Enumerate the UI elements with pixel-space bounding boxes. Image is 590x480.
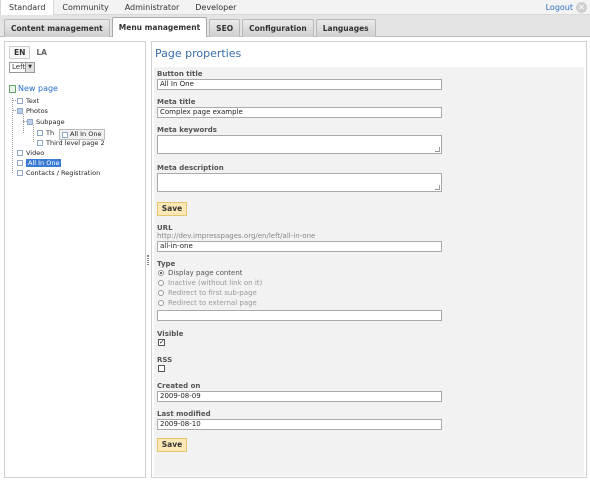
tree-node-contacts[interactable]: Contacts / Registration: [17, 168, 100, 177]
meta-description-label: Meta description: [157, 164, 224, 172]
tree-node-subpage[interactable]: Subpage: [27, 117, 65, 126]
top-menu-standard[interactable]: Standard: [0, 0, 55, 16]
top-bar: Standard Community Administrator Develop…: [0, 0, 590, 16]
page-icon: [17, 169, 23, 176]
tree-node-photos[interactable]: Photos: [17, 106, 48, 115]
page-icon: [17, 97, 23, 104]
button-title-label: Button title: [157, 70, 203, 78]
page-icon: [17, 149, 23, 156]
type-option-redirect-external[interactable]: Redirect to external page: [158, 299, 257, 307]
tree-node-label: Th: [46, 128, 55, 137]
meta-keywords-textarea[interactable]: [157, 135, 442, 154]
page-properties-panel: Page properties Button title All In One …: [151, 41, 587, 478]
type-option-redirect-subpage[interactable]: Redirect to first sub-page: [158, 289, 257, 297]
page-icon: [62, 132, 68, 138]
tree-node-text[interactable]: Text: [17, 96, 39, 105]
external-url-input[interactable]: [157, 310, 442, 321]
visible-checkbox[interactable]: ✓: [158, 339, 165, 346]
radio-label: Display page content: [168, 269, 243, 277]
logout-link[interactable]: Logout: [546, 0, 573, 15]
button-title-input[interactable]: All In One: [157, 79, 442, 90]
language-tab-en[interactable]: EN: [9, 46, 31, 59]
radio-label: Redirect to first sub-page: [168, 289, 257, 297]
tree-node-label: Photos: [26, 106, 48, 115]
type-option-display[interactable]: Display page content: [158, 269, 243, 277]
page-icon: [37, 139, 43, 146]
tree-connector: [12, 110, 16, 111]
page-icon: [17, 159, 23, 166]
radio-label: Redirect to external page: [168, 299, 257, 307]
new-page-label: New page: [18, 84, 58, 93]
tree-node-label: Subpage: [36, 117, 65, 126]
radio-button[interactable]: [158, 300, 164, 306]
rss-label: RSS: [157, 356, 173, 364]
page-title: Page properties: [155, 47, 242, 60]
tree-connector: [12, 100, 16, 101]
radio-button[interactable]: [158, 290, 164, 296]
tab-menu-management[interactable]: Menu management: [111, 17, 208, 37]
radio-button[interactable]: [158, 280, 164, 286]
drag-ghost-label: All In One: [70, 130, 102, 138]
url-hint: http://dev.impresspages.org/en/left/all-…: [157, 232, 316, 240]
tree-node-label: Text: [26, 96, 40, 105]
meta-title-input[interactable]: Complex page example: [157, 107, 442, 118]
top-menu-developer[interactable]: Developer: [187, 0, 244, 15]
drag-ghost: All In One: [59, 129, 106, 140]
top-menu-community[interactable]: Community: [54, 0, 116, 15]
tab-configuration[interactable]: Configuration: [242, 19, 314, 37]
radio-label: Inactive (without link on it): [168, 279, 263, 287]
last-modified-input[interactable]: 2009-08-10: [157, 419, 442, 430]
last-modified-label: Last modified: [157, 410, 211, 418]
tree-connector: [33, 125, 34, 142]
language-tab-la[interactable]: LA: [31, 46, 52, 59]
page-properties-form: Button title All In One Meta title Compl…: [154, 67, 584, 476]
new-page-button[interactable]: New page: [9, 84, 58, 93]
top-menu-administrator[interactable]: Administrator: [117, 0, 188, 15]
panel-splitter-handle[interactable]: [147, 255, 149, 265]
zone-select[interactable]: Left ▼: [9, 62, 35, 73]
tree-node-label: Video: [26, 148, 45, 157]
top-menu: Standard Community Administrator Develop…: [0, 0, 244, 16]
url-input[interactable]: all-in-one: [157, 241, 442, 252]
folder-icon: [27, 118, 33, 125]
tree-node-label: Contacts / Registration: [26, 168, 101, 177]
tab-languages[interactable]: Languages: [315, 19, 376, 37]
meta-description-textarea[interactable]: [157, 173, 442, 192]
tree-node-label: All In One: [26, 158, 62, 167]
url-label: URL: [157, 224, 173, 232]
page-icon: [37, 129, 43, 136]
meta-keywords-label: Meta keywords: [157, 126, 217, 134]
close-icon[interactable]: ✕: [576, 2, 587, 13]
visible-label: Visible: [157, 330, 184, 338]
tree-node-third-level-1[interactable]: Th: [37, 128, 54, 137]
module-tab-bar: Content management Menu management SEO C…: [0, 15, 590, 37]
language-switcher: EN LA: [9, 46, 52, 59]
zone-select-value: Left: [12, 63, 26, 71]
save-button-bottom[interactable]: Save: [157, 438, 187, 452]
type-label: Type: [157, 260, 176, 268]
tab-content-management[interactable]: Content management: [4, 19, 110, 37]
tab-seo[interactable]: SEO: [209, 19, 241, 37]
type-option-inactive[interactable]: Inactive (without link on it): [158, 279, 262, 287]
rss-checkbox[interactable]: [158, 365, 165, 372]
radio-button[interactable]: [158, 270, 164, 276]
tree-node-video[interactable]: Video: [17, 148, 44, 157]
tree-connector: [23, 114, 24, 133]
save-button-top[interactable]: Save: [157, 202, 187, 216]
page-tree-panel: EN LA Left ▼ New page Text Photos Subpag…: [4, 41, 146, 478]
created-on-label: Created on: [157, 382, 201, 390]
tree-node-all-in-one[interactable]: All In One: [17, 158, 62, 167]
chevron-down-icon: ▼: [25, 63, 34, 72]
created-on-input[interactable]: 2009-08-09: [157, 391, 442, 402]
new-page-icon: [9, 84, 16, 93]
folder-icon: [17, 107, 23, 114]
meta-title-label: Meta title: [157, 98, 196, 106]
